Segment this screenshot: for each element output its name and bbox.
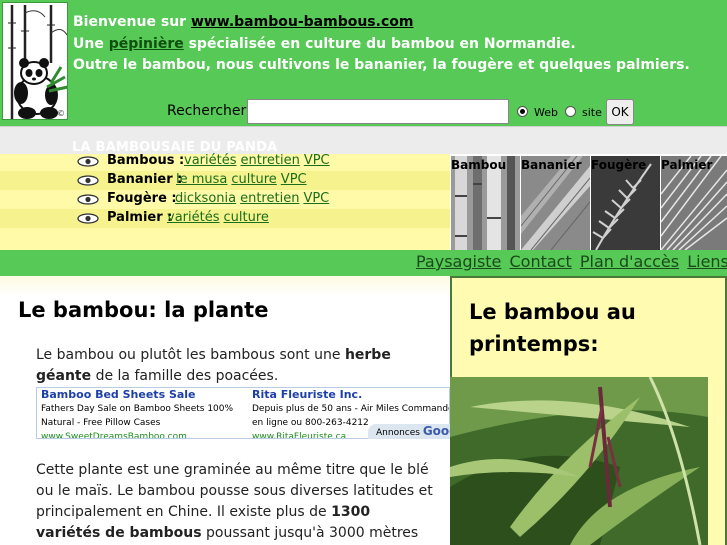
nav-link-varietes[interactable]: variétés (167, 210, 219, 225)
ad-title[interactable]: Rita Fleuriste Inc. (252, 388, 449, 402)
nav-link-vpc[interactable]: VPC (303, 191, 329, 206)
welcome-line: Bienvenue sur www.bambou-bambous.com (73, 14, 413, 30)
page-title: Le bambou: la plante (18, 298, 269, 322)
nav-link-vpc[interactable]: VPC (304, 153, 330, 168)
nav-link-culture[interactable]: culture (231, 172, 276, 187)
p2-text-a: Cette plante est une graminée au même ti… (36, 462, 433, 520)
nav-name: Bananier : (107, 172, 183, 187)
welcome-prefix: Bienvenue sur (73, 14, 191, 30)
p1-text-a: Le bambou ou plutôt les bambous sont une (36, 347, 345, 363)
search-input[interactable] (247, 99, 509, 124)
link-contact[interactable]: Contact (510, 252, 572, 271)
plant-photo-fougere[interactable]: Fougère (591, 156, 660, 250)
bamboo-leaves-image (450, 377, 708, 545)
nav-name: Palmier : (107, 210, 173, 225)
radio-web[interactable] (517, 106, 528, 117)
eye-icon (77, 175, 99, 186)
plant-photo-bananier[interactable]: Bananier (521, 156, 590, 250)
intro-paragraph: Le bambou ou plutôt les bambous sont une… (36, 345, 436, 387)
nav-name: Fougère : (107, 191, 177, 206)
site-link[interactable]: www.bambou-bambous.com (191, 14, 414, 30)
fade-strip (0, 276, 450, 296)
eye-icon (77, 213, 99, 224)
nav-row-fougere: Fougère : dicksonia entretien VPC (0, 190, 450, 209)
spring-bamboo-photo (450, 377, 708, 545)
eye-icon (77, 156, 99, 167)
site-name: LA BAMBOUSAIE DU PANDA (72, 140, 278, 155)
panda-bamboo-image (3, 3, 67, 119)
nav-link-entretien[interactable]: entretien (240, 191, 299, 206)
ads-tag-brand: Goog (422, 424, 450, 438)
nav-link-varietes[interactable]: variétés (184, 153, 236, 168)
plant-photo-palmier[interactable]: Palmier (661, 156, 727, 250)
plant-label: Palmier (661, 158, 713, 172)
plant-label: Bambou (451, 158, 507, 172)
top-links-bar: Paysagiste Contact Plan d'accès Liens (0, 250, 727, 276)
link-liens[interactable]: Liens (687, 252, 727, 271)
plant-label: Bananier (521, 158, 582, 172)
description-paragraph: Cette plante est une graminée au même ti… (36, 460, 436, 545)
tagline-prefix: Une (73, 36, 109, 52)
radio-web-label: Web (534, 106, 558, 119)
link-plan-acces[interactable]: Plan d'accès (580, 252, 679, 271)
nav-row-palmier: Palmier : variétés culture (0, 209, 450, 228)
nav-links: dicksonia entretien VPC (175, 191, 333, 206)
nav-link-dicksonia[interactable]: dicksonia (175, 191, 236, 206)
top-links: Paysagiste Contact Plan d'accès Liens (416, 252, 727, 271)
nav-row-bananier: Bananier : le musa culture VPC (0, 171, 450, 190)
nav-name: Bambous : (107, 153, 185, 168)
link-paysagiste[interactable]: Paysagiste (416, 252, 501, 271)
tagline-line: Une pépinière spécialisée en culture du … (73, 36, 576, 52)
nav-links: variétés entretien VPC (184, 153, 334, 168)
radio-site[interactable] (565, 106, 576, 117)
nav-link-vpc[interactable]: VPC (281, 172, 307, 187)
nav-link-culture[interactable]: culture (223, 210, 268, 225)
plant-photo-bambou[interactable]: Bambou (451, 156, 520, 250)
plant-label: Fougère (591, 158, 647, 172)
nav-links: variétés culture (167, 210, 273, 225)
sidebar-title: Le bambou au printemps: (469, 300, 636, 356)
ad-line: Natural - Free Pillow Cases (41, 418, 161, 428)
ad-url[interactable]: www.SweetDreamsBamboo.com (41, 430, 233, 438)
ad-line: Depuis plus de 50 ans - Air Miles Comman… (252, 404, 450, 414)
ad-line: Fathers Day Sale on Bamboo Sheets 100% (41, 404, 234, 414)
nav-links: le musa culture VPC (176, 172, 311, 187)
logo-copyright: © (57, 109, 65, 118)
panda-logo[interactable]: © (2, 2, 68, 120)
p1-text-c: de la famille des poacées. (91, 368, 279, 384)
radio-site-label: site (582, 106, 602, 119)
ads-by-google-tag[interactable]: Annonces Goog (368, 424, 450, 439)
ad-item[interactable]: Bamboo Bed Sheets Sale Fathers Day Sale … (41, 388, 234, 438)
nav-link-musa[interactable]: le musa (176, 172, 227, 187)
eye-icon (77, 194, 99, 205)
nav-link-entretien[interactable]: entretien (240, 153, 299, 168)
ads-tag-label: Annonces (376, 428, 423, 438)
search-label: Rechercher (167, 103, 247, 119)
tagline-suffix: spécialisée en culture du bambou en Norm… (183, 36, 576, 52)
search-ok-button[interactable]: OK (606, 99, 634, 125)
ad-title[interactable]: Bamboo Bed Sheets Sale (41, 388, 233, 402)
pepiniere-link[interactable]: pépinière (109, 36, 184, 52)
intro-line: Outre le bambou, nous cultivons le banan… (73, 57, 690, 73)
